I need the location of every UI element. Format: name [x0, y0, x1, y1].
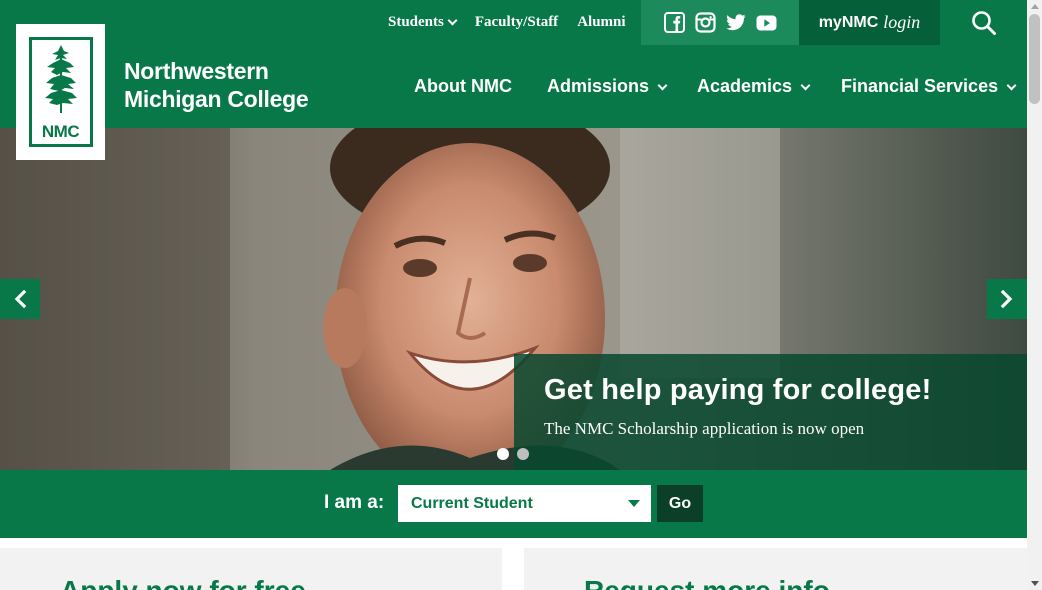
instagram-icon[interactable] [694, 12, 716, 33]
pine-tree-icon [44, 45, 77, 113]
chevron-down-icon [447, 15, 458, 26]
utility-link-alumni[interactable]: Alumni [577, 14, 625, 31]
mynmc-login-button[interactable]: myNMC login [799, 0, 940, 45]
utility-link-label: Students [388, 14, 444, 30]
nav-item-label: Financial Services [841, 76, 999, 96]
logo-text: NMC [41, 122, 80, 141]
college-name-line1: Northwestern [124, 58, 269, 84]
utility-link-label: Alumni [577, 14, 626, 30]
nav-item-label: About NMC [414, 76, 512, 96]
nav-item-label: Admissions [547, 76, 650, 96]
social-links [641, 0, 799, 45]
chevron-left-icon [14, 290, 27, 308]
nav-item-about-nmc[interactable]: About NMC [414, 45, 512, 128]
search-button[interactable] [940, 0, 1027, 45]
facebook-icon[interactable] [663, 12, 685, 33]
hero-caption-subtitle: The NMC Scholarship application is now o… [544, 419, 865, 438]
scrollbar-thumb[interactable] [1029, 14, 1040, 104]
hero-caption[interactable]: Get help paying for college! The NMC Sch… [514, 354, 1027, 470]
twitter-icon[interactable] [725, 14, 746, 31]
chevron-right-icon [1000, 290, 1013, 308]
nav-item-academics[interactable]: Academics [697, 45, 811, 128]
youtube-icon[interactable] [756, 15, 777, 31]
next-slide-button[interactable] [987, 279, 1027, 319]
utility-link-students[interactable]: Students [388, 14, 458, 31]
chevron-down-icon [800, 80, 811, 90]
previous-slide-button[interactable] [0, 279, 40, 319]
go-button[interactable]: Go [657, 485, 703, 522]
chevron-down-icon [1006, 80, 1017, 90]
nmc-logo[interactable]: NMC [16, 24, 105, 160]
college-name-line2: Michigan College [124, 86, 309, 112]
scroll-down-arrow-icon[interactable] [1031, 581, 1039, 586]
nav-item-financial-services[interactable]: Financial Services [841, 45, 1017, 128]
carousel-indicators [497, 448, 529, 460]
chevron-down-icon [657, 80, 668, 90]
audience-label: I am a: [324, 492, 385, 513]
page: Students Faculty/Staff Alumni myNMC logi… [0, 0, 1027, 590]
login-label: login [883, 12, 921, 32]
search-icon [971, 10, 996, 35]
carousel-dot-1[interactable] [497, 448, 509, 460]
request-info-card-title: Request more info [584, 575, 830, 590]
apply-card[interactable]: Apply now for free [0, 548, 502, 590]
hero-caption-title: Get help paying for college! [544, 374, 932, 406]
audience-select-value: Current Student [411, 494, 533, 512]
utility-link-faculty-staff[interactable]: Faculty/Staff [475, 14, 558, 31]
audience-selector-bar: I am a: Current Student Go [0, 470, 1027, 538]
nav-item-admissions[interactable]: Admissions [547, 45, 668, 128]
utility-bar: Students Faculty/Staff Alumni myNMC logi… [0, 0, 1027, 45]
logo-frame: NMC [28, 37, 93, 147]
hero-carousel: Get help paying for college! The NMC Sch… [0, 128, 1027, 470]
caret-down-icon [628, 500, 640, 507]
page-scrollbar[interactable] [1027, 0, 1042, 590]
audience-select[interactable]: Current Student [398, 485, 651, 522]
scroll-up-arrow-icon[interactable] [1031, 4, 1039, 9]
request-info-card[interactable]: Request more info [524, 548, 1027, 590]
utility-links: Students Faculty/Staff Alumni [388, 0, 626, 45]
utility-link-label: Faculty/Staff [474, 14, 559, 30]
mynmc-label: myNMC [818, 13, 879, 31]
nav-item-label: Academics [697, 76, 793, 96]
college-name[interactable]: Northwestern Michigan College [124, 57, 309, 113]
apply-card-title: Apply now for free [60, 575, 306, 590]
carousel-dot-2[interactable] [517, 448, 529, 460]
